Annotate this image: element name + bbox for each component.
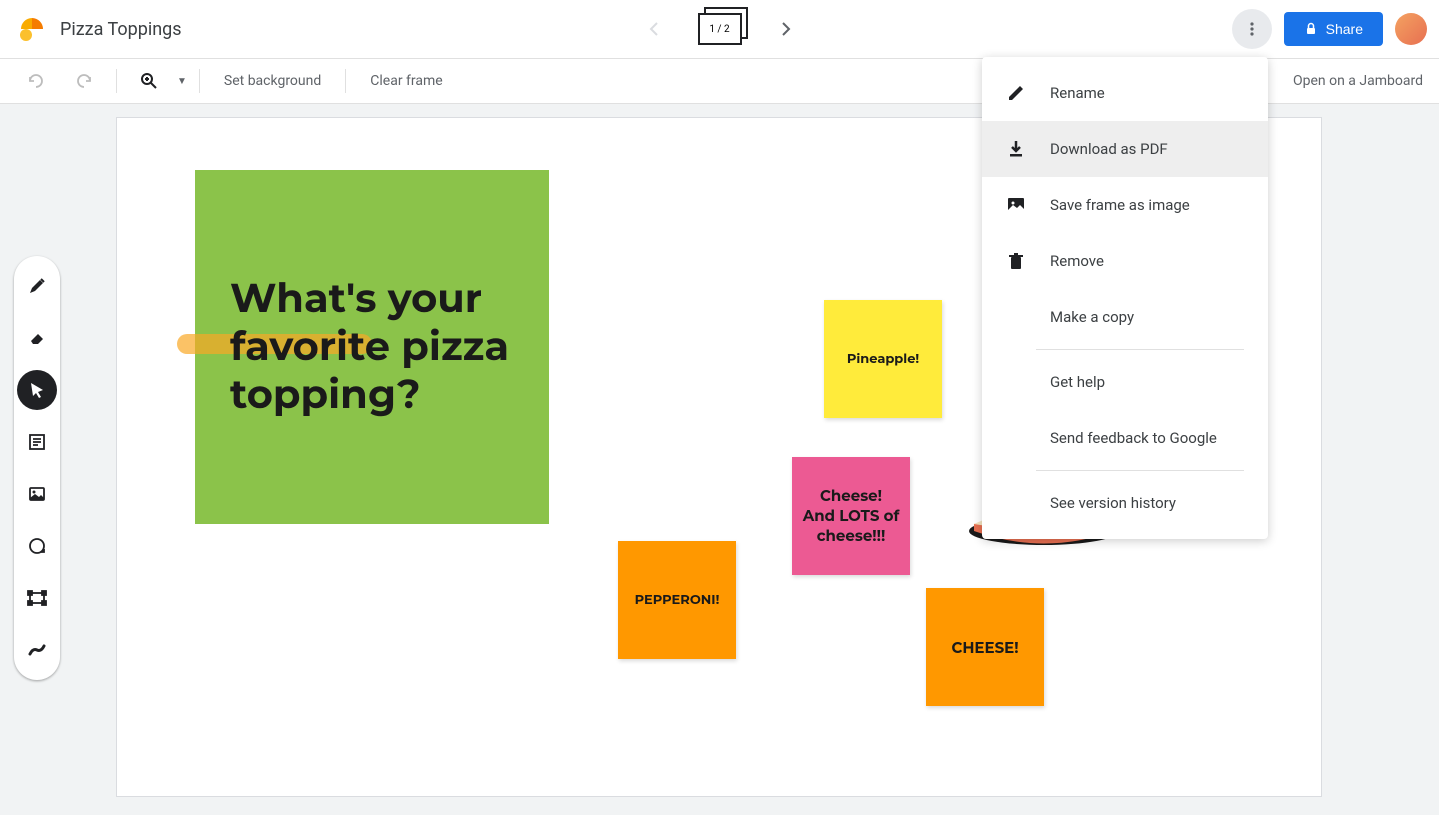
select-tool[interactable] — [17, 370, 57, 410]
big-sticky-note[interactable]: What's your favorite pizza topping? — [195, 170, 549, 524]
download-icon — [1006, 139, 1026, 159]
menu-item-download-pdf[interactable]: Download as PDF — [982, 121, 1268, 177]
text-box-tool[interactable] — [17, 578, 57, 618]
menu-divider — [1036, 470, 1244, 471]
menu-item-rename[interactable]: Rename — [982, 65, 1268, 121]
next-frame-button[interactable] — [766, 9, 806, 49]
frame-counter[interactable]: 1 / 2 — [698, 13, 742, 45]
zoom-control[interactable]: ▼ — [129, 61, 187, 101]
menu-item-save-image[interactable]: Save frame as image — [982, 177, 1268, 233]
menu-item-get-help[interactable]: Get help — [982, 354, 1268, 410]
sticky-note-tool[interactable] — [17, 422, 57, 462]
sticky-note-pepperoni[interactable]: PEPPERONI! — [618, 541, 736, 659]
document-title[interactable]: Pizza Toppings — [60, 19, 182, 40]
separator — [199, 69, 200, 93]
redo-button[interactable] — [64, 61, 104, 101]
undo-button[interactable] — [16, 61, 56, 101]
chevron-down-icon: ▼ — [177, 76, 187, 87]
pencil-icon — [1006, 83, 1026, 103]
menu-divider — [1036, 349, 1244, 350]
prev-frame-button[interactable] — [634, 9, 674, 49]
eraser-tool[interactable] — [17, 318, 57, 358]
more-options-menu: Rename Download as PDF Save frame as ima… — [982, 57, 1268, 539]
image-tool[interactable] — [17, 474, 57, 514]
menu-item-remove[interactable]: Remove — [982, 233, 1268, 289]
menu-item-send-feedback[interactable]: Send feedback to Google — [982, 410, 1268, 466]
circle-tool[interactable] — [17, 526, 57, 566]
lock-icon — [1304, 22, 1318, 36]
sticky-note-cheese-lots[interactable]: Cheese! And LOTS of cheese!!! — [792, 457, 910, 575]
pen-tool[interactable] — [17, 266, 57, 306]
separator — [116, 69, 117, 93]
sticky-note-cheese[interactable]: CHEESE! — [926, 588, 1044, 706]
frame-navigator: 1 / 2 — [634, 9, 806, 49]
share-button[interactable]: Share — [1284, 12, 1383, 46]
laser-tool[interactable] — [17, 630, 57, 670]
sticky-note-pineapple[interactable]: Pineapple! — [824, 300, 942, 418]
menu-item-make-copy[interactable]: Make a copy — [982, 289, 1268, 345]
image-icon — [1006, 195, 1026, 215]
separator — [345, 69, 346, 93]
trash-icon — [1006, 251, 1026, 271]
menu-item-version-history[interactable]: See version history — [982, 475, 1268, 531]
side-toolbar — [14, 256, 60, 680]
set-background-button[interactable]: Set background — [212, 73, 333, 89]
more-options-button[interactable] — [1232, 9, 1272, 49]
user-avatar[interactable] — [1395, 13, 1427, 45]
open-on-jamboard-button[interactable]: Open on a Jamboard — [1293, 73, 1423, 89]
clear-frame-button[interactable]: Clear frame — [358, 73, 454, 89]
header: Pizza Toppings 1 / 2 Share — [0, 0, 1439, 59]
zoom-icon — [129, 61, 169, 101]
jamboard-logo — [12, 9, 52, 49]
